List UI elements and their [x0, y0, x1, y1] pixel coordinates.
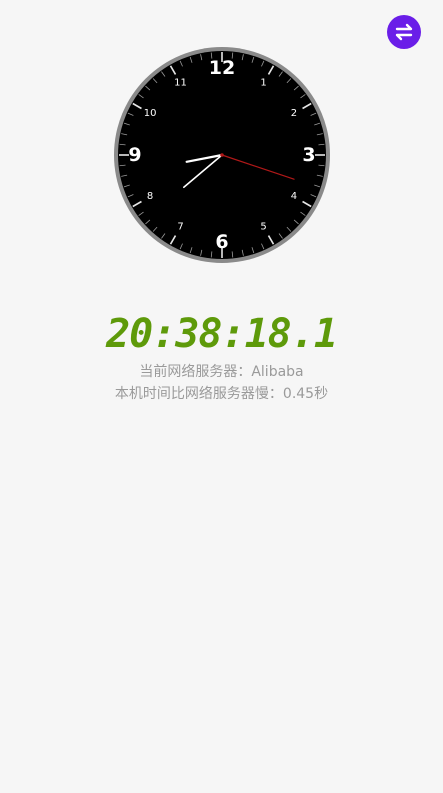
clock-numeral: 7: [177, 221, 183, 232]
digital-time-display: 20:38:18.1: [106, 311, 338, 357]
clock-numeral: 10: [144, 108, 157, 119]
clock-numeral: 5: [260, 221, 266, 232]
clock-numeral: 2: [291, 108, 297, 119]
clock-numeral: 9: [128, 144, 141, 166]
clock-numeral: 8: [147, 191, 153, 202]
switch-server-button[interactable]: [387, 15, 421, 49]
time-offset-text: 本机时间比网络服务器慢：0.45秒: [114, 386, 329, 402]
clock-numeral: 11: [174, 78, 187, 89]
server-info-text: 当前网络服务器：Alibaba: [139, 364, 304, 380]
clock-numeral: 12: [209, 57, 235, 79]
clock-numeral: 1: [260, 78, 266, 89]
clock-numeral: 4: [291, 191, 297, 202]
clock-numeral: 3: [302, 144, 315, 166]
clock-numeral: 6: [215, 231, 228, 253]
clock-center-pin: [220, 153, 224, 157]
swap-arrows-icon: [395, 23, 413, 41]
analog-clock: 12 1 2 3 4 5 6 7 8 9 10 11: [113, 46, 331, 264]
